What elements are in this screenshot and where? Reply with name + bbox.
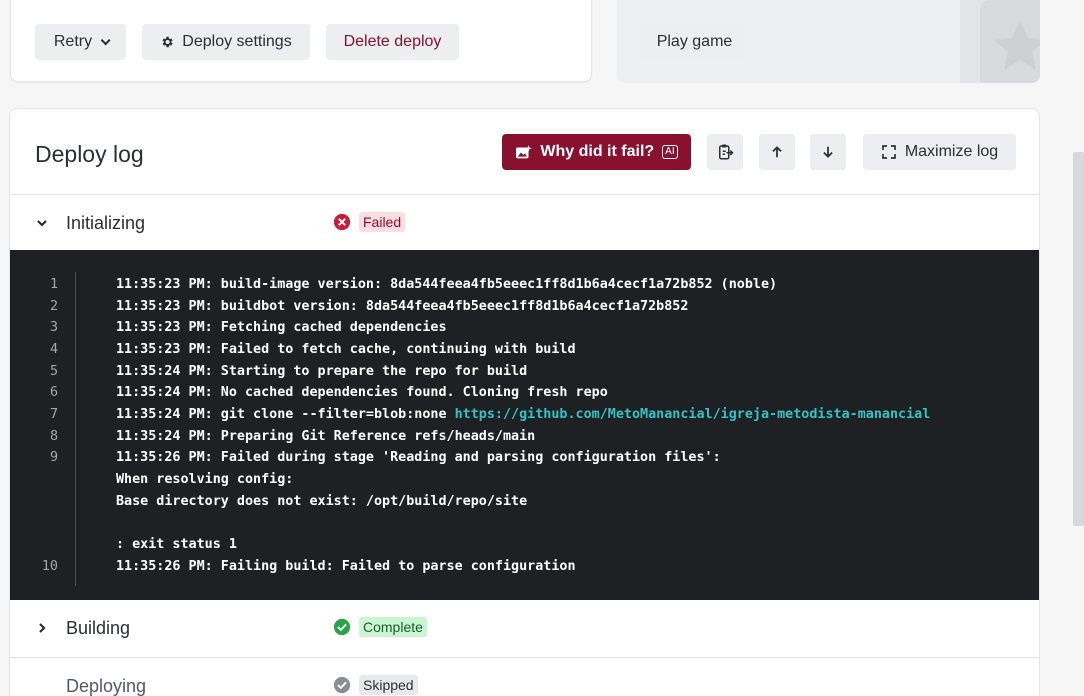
log-line: 6 11:35:24 PM: No cached dependencies fou… — [49, 384, 608, 400]
scroll-to-bottom-button[interactable] — [810, 134, 846, 170]
image-sparkle-icon — [516, 144, 533, 158]
chevron-right-icon — [39, 623, 46, 633]
check-circle-icon — [333, 618, 351, 636]
stage-label: Deploying — [66, 676, 147, 696]
chevron-down-icon — [37, 220, 47, 227]
x-circle-icon — [333, 213, 351, 231]
skip-circle-icon — [333, 676, 351, 694]
log-line: 1 11:35:23 PM: build-image version: 8da54… — [49, 276, 778, 292]
delete-deploy-button[interactable]: Delete deploy — [326, 24, 459, 60]
deploy-settings-button[interactable]: Deploy settings — [142, 24, 310, 60]
retry-label: Retry — [53, 33, 93, 50]
log-line: 10 11:35:26 PM: Failing build: Failed to … — [41, 558, 576, 574]
deploy-log-title: Deploy log — [35, 141, 144, 167]
repo-link[interactable]: https://github.com/MetoManancial/igreja-… — [455, 407, 931, 422]
scroll-to-top-button[interactable] — [759, 134, 795, 170]
gear-icon — [162, 36, 173, 48]
maximize-log-label: Maximize log — [904, 143, 999, 160]
log-divider — [75, 272, 76, 586]
copy-log-button[interactable] — [707, 134, 743, 170]
game-decoration-icon — [960, 0, 1040, 83]
expand-icon — [881, 145, 896, 159]
chevron-down-icon — [100, 34, 111, 45]
play-game-label: Play game — [656, 33, 733, 50]
status-badge: Complete — [359, 617, 427, 637]
stage-row-building[interactable]: Building Complete — [10, 600, 1039, 656]
game-card: Play game — [617, 0, 1040, 83]
log-line: Base directory does not exist: /opt/buil… — [116, 493, 528, 509]
status-badge: Skipped — [359, 675, 418, 695]
clipboard-copy-icon — [719, 144, 734, 160]
stage-row-initializing[interactable]: Initializing Failed — [10, 194, 1039, 250]
log-line: 7 11:35:24 PM: git clone --filter=blob:no… — [49, 406, 931, 422]
stage-status: Complete — [333, 617, 427, 637]
stage-status: Failed — [333, 212, 406, 232]
why-did-it-fail-button[interactable]: Why did it fail? AI — [502, 134, 691, 170]
arrow-down-icon — [823, 146, 833, 158]
log-line: 8 11:35:24 PM: Preparing Git Reference re… — [49, 428, 536, 444]
log-line: : exit status 1 — [116, 536, 237, 552]
log-line: 3 11:35:23 PM: Fetching cached dependenci… — [49, 319, 447, 335]
retry-button[interactable]: Retry — [35, 24, 126, 60]
log-terminal: 1 11:35:23 PM: build-image version: 8da54… — [10, 250, 1039, 600]
status-badge: Failed — [359, 212, 406, 232]
arrow-up-icon — [772, 146, 782, 158]
delete-deploy-label: Delete deploy — [343, 33, 442, 50]
deploy-settings-label: Deploy settings — [182, 33, 292, 50]
scrollbar-thumb[interactable] — [1073, 152, 1084, 526]
stage-label: Building — [66, 618, 131, 638]
log-line: 4 11:35:23 PM: Failed to fetch cache, con… — [49, 341, 576, 357]
stage-label: Initializing — [66, 213, 146, 233]
deploy-actions-card: Retry Deploy settings Delete deploy — [10, 0, 592, 82]
log-line: 5 11:35:24 PM: Starting to prepare the re… — [49, 363, 528, 379]
log-line: 2 11:35:23 PM: buildbot version: 8da544fe… — [49, 298, 689, 314]
ai-badge: AI — [662, 145, 678, 159]
log-line: 9 11:35:26 PM: Failed during stage 'Readi… — [49, 449, 721, 465]
log-line: When resolving config: — [116, 471, 294, 487]
play-game-button[interactable]: Play game — [641, 24, 748, 60]
maximize-log-button[interactable]: Maximize log — [863, 134, 1016, 170]
stage-row-deploying[interactable]: Deploying Skipped — [10, 657, 1039, 696]
deploy-log-card: Deploy log Why did it fail? AI Maximize — [9, 108, 1040, 696]
why-did-it-fail-label: Why did it fail? — [540, 143, 655, 160]
stage-status: Skipped — [333, 675, 418, 695]
